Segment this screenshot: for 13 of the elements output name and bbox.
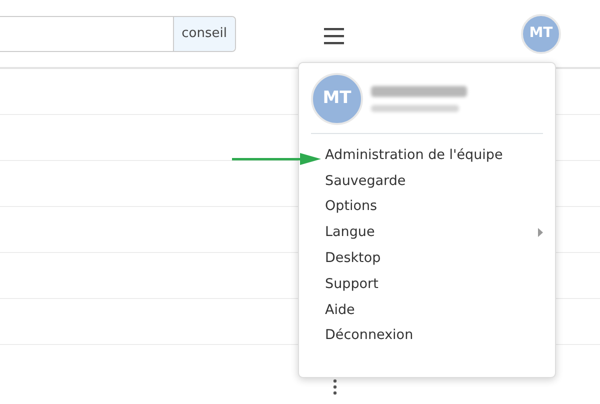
submenu-caret-icon xyxy=(538,228,543,237)
menu-item[interactable]: Administration de l'équipe xyxy=(311,142,543,168)
menu-item[interactable]: Aide xyxy=(311,296,543,323)
more-icon[interactable] xyxy=(332,378,338,396)
avatar: MT xyxy=(311,73,363,125)
menu-item[interactable]: Options xyxy=(311,194,543,220)
menu-item[interactable]: Langue xyxy=(311,219,543,246)
search-field[interactable]: conseil xyxy=(0,16,236,52)
menu-item[interactable]: Desktop xyxy=(311,245,543,271)
search-button[interactable]: conseil xyxy=(172,16,235,50)
menu-item[interactable]: Support xyxy=(311,270,543,297)
menu-item[interactable]: Déconnexion xyxy=(311,322,543,348)
menu-item[interactable]: Sauvegarde xyxy=(311,168,543,194)
